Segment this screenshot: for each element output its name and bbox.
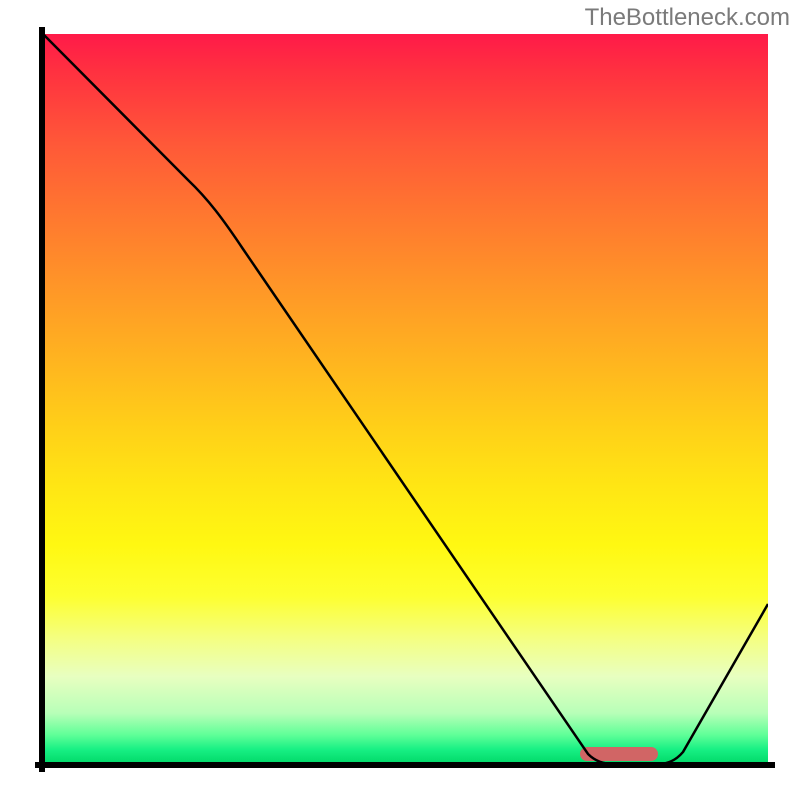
chart-plot-area <box>43 34 768 764</box>
bottleneck-curve-line <box>43 34 768 764</box>
chart-container: TheBottleneck.com <box>0 0 800 800</box>
watermark-text: TheBottleneck.com <box>585 4 790 32</box>
